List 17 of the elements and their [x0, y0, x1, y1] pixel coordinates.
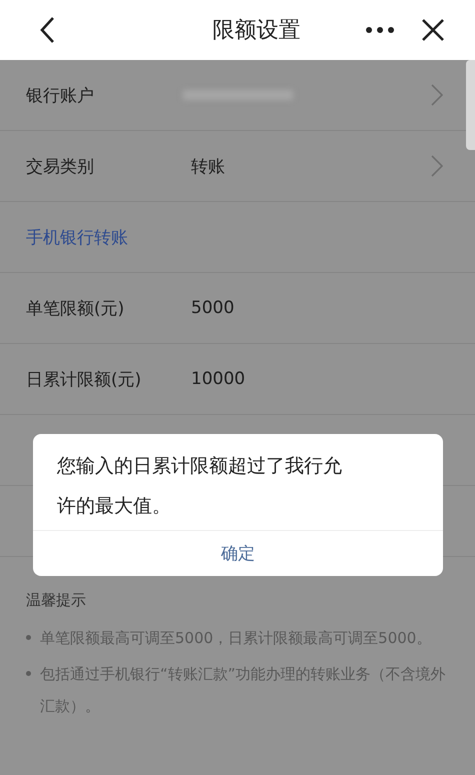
more-icon[interactable] [365, 26, 395, 34]
page-title: 限额设置 [212, 17, 302, 45]
bullet-icon [26, 671, 31, 676]
row-value: 10000 [191, 369, 246, 389]
row-value: 转账 [191, 156, 226, 178]
row-label: 银行账户 [26, 84, 95, 106]
row-value: 5000 [191, 298, 236, 318]
row-label: 单笔限额(元) [26, 298, 126, 320]
tip-text: 包括通过手机银行“转账汇款”功能办理的转账业务（不含境外汇款）。 [40, 664, 447, 717]
close-icon[interactable] [421, 18, 445, 42]
confirm-button[interactable]: 确定 [33, 530, 443, 576]
row-label: 日累计限额(元) [26, 368, 142, 390]
bullet-icon [26, 635, 31, 640]
tip-text: 单笔限额最高可调至5000，日累计限额最高可调至5000。 [40, 628, 432, 649]
dialog-message: 您输入的日累计限额超过了我行允许的最大值。 [56, 454, 343, 519]
tips-title: 温馨提示 [26, 591, 87, 610]
row-label: 交易类别 [26, 156, 95, 178]
